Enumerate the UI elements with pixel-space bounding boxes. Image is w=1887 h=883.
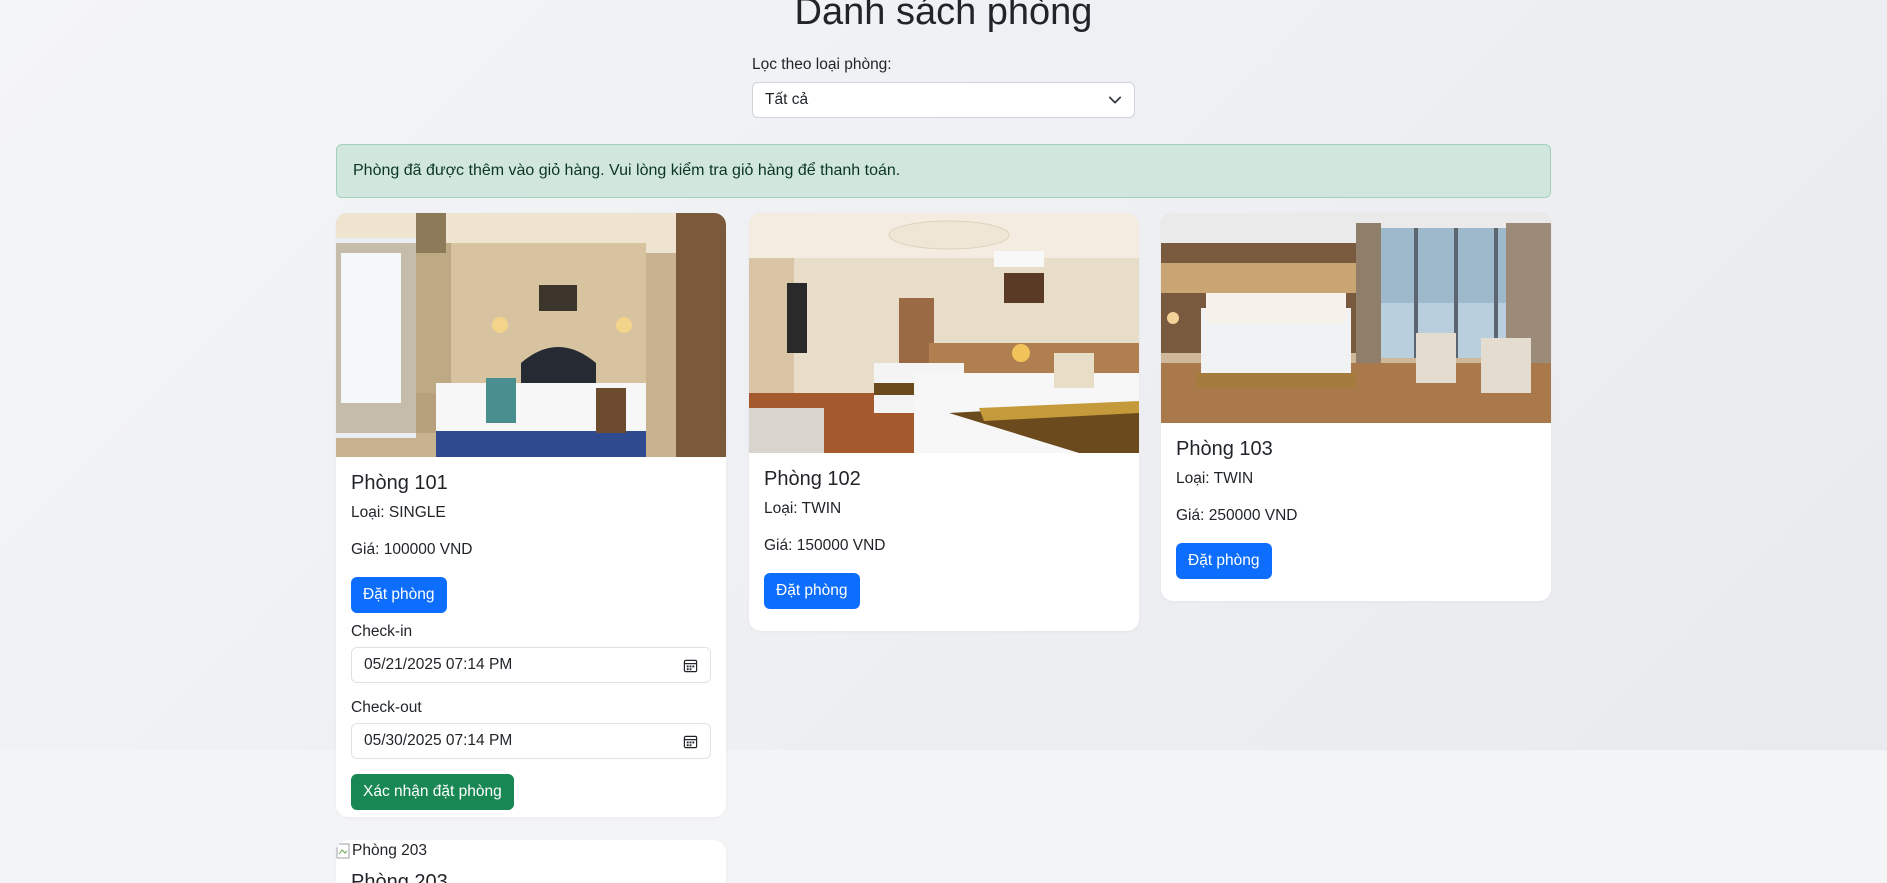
room-photo xyxy=(749,213,1139,453)
room-type: Loại: TWIN xyxy=(1176,470,1254,487)
card-body: Phòng 203 xyxy=(336,860,726,883)
room-type: Loại: TWIN xyxy=(764,500,842,517)
checkin-value: 05/21/2025 07:14 PM xyxy=(364,656,513,673)
room-card-103: Phòng 103 Loại: TWIN Giá: 250000 VND Đặt… xyxy=(1161,213,1551,601)
checkout-label: Check-out xyxy=(351,699,422,716)
room-card-102: Phòng 102 Loại: TWIN Giá: 150000 VND Đặt… xyxy=(749,213,1139,631)
chevron-down-icon xyxy=(1108,96,1122,104)
room-price: Giá: 100000 VND xyxy=(351,541,473,558)
checkout-input[interactable]: 05/30/2025 07:14 PM xyxy=(351,723,711,759)
book-room-button[interactable]: Đặt phòng xyxy=(351,577,447,613)
room-type-select[interactable]: Tất cả xyxy=(752,82,1135,118)
alert-message: Phòng đã được thêm vào giỏ hàng. Vui lòn… xyxy=(353,162,901,179)
filter-label: Lọc theo loại phòng: xyxy=(752,56,892,73)
room-photo xyxy=(1161,213,1551,423)
calendar-icon[interactable] xyxy=(683,734,698,749)
room-card-101: Phòng 101 Loại: SINGLE Giá: 100000 VND Đ… xyxy=(336,213,726,817)
room-name: Phòng 203 xyxy=(351,871,448,883)
room-price: Giá: 250000 VND xyxy=(1176,507,1298,524)
room-card-203: Phòng 203 Phòng 203 xyxy=(336,840,726,883)
book-room-button[interactable]: Đặt phòng xyxy=(764,573,860,609)
checkin-label: Check-in xyxy=(351,623,413,640)
book-room-button[interactable]: Đặt phòng xyxy=(1176,543,1272,579)
select-value: Tất cả xyxy=(765,91,809,108)
room-type-filter: Lọc theo loại phòng: Tất cả xyxy=(752,56,1135,118)
room-name: Phòng 101 xyxy=(351,472,448,494)
room-list-page: Danh sách phòng Lọc theo loại phòng: Tất… xyxy=(0,0,1887,883)
card-body: Phòng 101 Loại: SINGLE Giá: 100000 VND Đ… xyxy=(336,457,726,810)
broken-image-icon xyxy=(336,843,350,859)
room-price: Giá: 150000 VND xyxy=(764,537,886,554)
confirm-booking-button[interactable]: Xác nhận đặt phòng xyxy=(351,774,514,810)
room-type: Loại: SINGLE xyxy=(351,504,446,521)
calendar-icon[interactable] xyxy=(683,658,698,673)
card-body: Phòng 102 Loại: TWIN Giá: 150000 VND Đặt… xyxy=(749,453,1139,609)
success-alert: Phòng đã được thêm vào giỏ hàng. Vui lòn… xyxy=(336,144,1551,198)
room-name: Phòng 102 xyxy=(764,468,861,490)
room-photo-broken: Phòng 203 xyxy=(336,840,726,860)
page-title: Danh sách phòng xyxy=(794,0,1093,33)
card-body: Phòng 103 Loại: TWIN Giá: 250000 VND Đặt… xyxy=(1161,423,1551,579)
room-name: Phòng 103 xyxy=(1176,438,1273,460)
image-alt-text: Phòng 203 xyxy=(352,842,427,859)
room-photo xyxy=(336,213,726,457)
checkout-value: 05/30/2025 07:14 PM xyxy=(364,732,513,749)
checkin-input[interactable]: 05/21/2025 07:14 PM xyxy=(351,647,711,683)
